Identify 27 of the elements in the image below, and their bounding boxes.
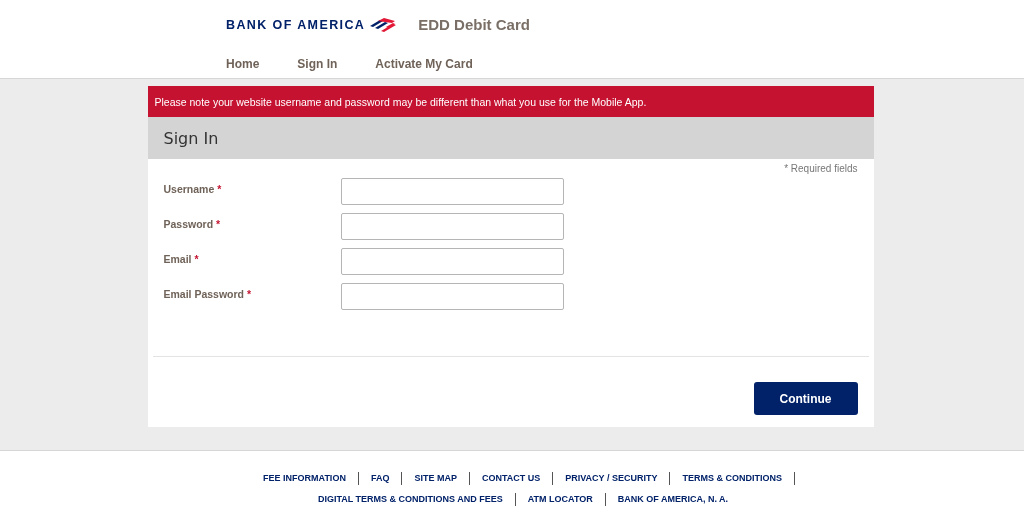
footer-link[interactable]: ATM LOCATOR (515, 493, 606, 506)
field-label: Password * (163, 217, 222, 230)
input-field[interactable] (340, 283, 564, 310)
input-field[interactable] (340, 213, 564, 240)
field-label: Email Password * (163, 287, 253, 300)
notice-banner: Please note your website username and password may be different than what you use for the Mobile App. (147, 86, 874, 117)
footer-link[interactable]: DIGITAL TERMS & CONDITIONS AND FEES (305, 493, 516, 506)
continue-button[interactable]: Continue (753, 382, 858, 415)
product-title: EDD Debit Card (418, 16, 530, 34)
field-label: Email * (163, 252, 200, 265)
sign-in-title: Sign In (163, 128, 219, 148)
footer-link[interactable]: CONTACT US (469, 472, 554, 485)
footer-link[interactable]: BANK OF AMERICA, N. A. (605, 493, 741, 506)
input-field[interactable] (340, 178, 564, 205)
input-field[interactable] (340, 248, 564, 275)
nav-link[interactable]: Home (226, 56, 260, 71)
footer-link[interactable]: TERMS & CONDITIONS (670, 472, 795, 485)
footer-link[interactable]: FAQ (358, 472, 403, 485)
footer-link[interactable]: PRIVACY / SECURITY (553, 472, 671, 485)
bank-logo-text: BANK OF AMERICA (226, 17, 366, 32)
flag-logo-icon (368, 16, 397, 33)
field-label: Username * (163, 182, 223, 195)
nav-link[interactable]: Activate My Card (375, 56, 473, 71)
footer-link[interactable]: FEE INFORMATION (251, 472, 359, 485)
required-note: * Required fields (784, 163, 858, 174)
nav-link[interactable]: Sign In (297, 56, 338, 71)
footer-link[interactable]: SITE MAP (402, 472, 470, 485)
